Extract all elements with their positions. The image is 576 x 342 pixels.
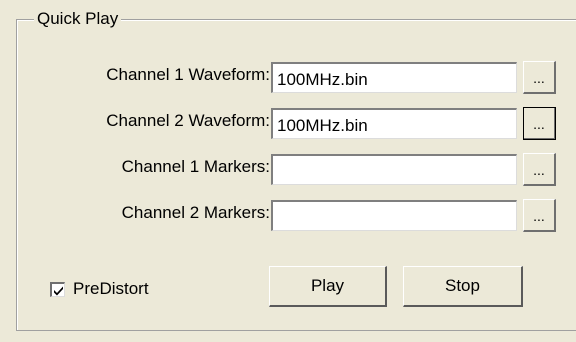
predistort-label: PreDistort [73, 279, 149, 298]
checkmark-icon [54, 286, 63, 295]
channel-1-waveform-browse-button[interactable]: ... [523, 61, 556, 94]
channel-2-waveform-label: Channel 2 Waveform: [106, 111, 270, 130]
predistort-checkbox-row[interactable]: PreDistort [50, 279, 149, 299]
channel-2-markers-label: Channel 2 Markers: [121, 203, 270, 222]
predistort-checkbox[interactable] [50, 281, 65, 297]
play-button[interactable]: Play [269, 266, 387, 307]
channel-1-markers-browse-button[interactable]: ... [523, 153, 556, 186]
channel-1-waveform-label: Channel 1 Waveform: [106, 65, 270, 84]
groupbox-title: Quick Play [34, 9, 122, 29]
channel-1-markers-label: Channel 1 Markers: [121, 157, 270, 176]
channel-2-markers-field[interactable] [271, 200, 517, 231]
channel-1-markers-field[interactable] [271, 154, 517, 185]
stop-button[interactable]: Stop [403, 266, 523, 307]
channel-2-waveform-browse-button[interactable]: ... [523, 107, 556, 140]
channel-2-markers-browse-button[interactable]: ... [523, 199, 556, 232]
channel-1-waveform-field[interactable] [271, 62, 517, 93]
channel-2-waveform-field[interactable] [271, 108, 517, 139]
